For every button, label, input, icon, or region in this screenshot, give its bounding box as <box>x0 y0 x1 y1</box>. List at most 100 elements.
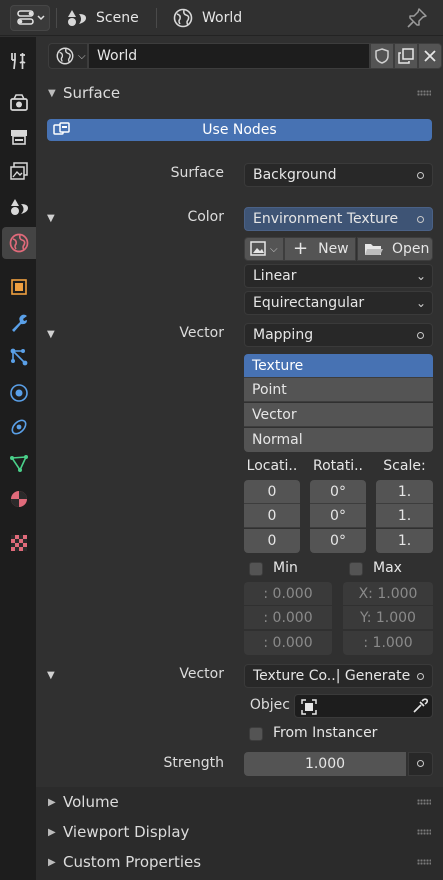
texture-coordinate-field[interactable]: Texture Co..| Generate <box>244 664 433 688</box>
socket-icon <box>417 673 424 680</box>
expanded-triangle-icon[interactable]: ▼ <box>47 670 55 681</box>
drag-handle-icon[interactable] <box>417 90 431 96</box>
mapping-type-vector[interactable]: Vector <box>244 403 433 427</box>
node-tree-icon <box>53 122 70 135</box>
surface-panel-header[interactable]: ▼ Surface <box>36 78 443 108</box>
custom-properties-panel-title: Custom Properties <box>63 853 202 871</box>
tab-output[interactable] <box>2 121 36 153</box>
expanded-triangle-icon[interactable]: ▼ <box>47 213 55 224</box>
browse-world-button[interactable]: ⌵ <box>48 43 88 69</box>
use-nodes-label: Use Nodes <box>202 122 277 138</box>
tab-object[interactable] <box>2 271 36 303</box>
mapping-type-normal[interactable]: Normal <box>244 428 433 452</box>
constraints-icon <box>11 419 27 435</box>
location-y-field[interactable]: 0 <box>244 504 300 528</box>
tab-material[interactable] <box>2 483 36 515</box>
strength-socket[interactable] <box>408 752 433 776</box>
use-nodes-button[interactable]: Use Nodes <box>47 119 432 141</box>
from-instancer-checkbox[interactable] <box>249 727 263 741</box>
drag-handle-icon[interactable] <box>417 829 431 835</box>
render-icon <box>10 94 28 111</box>
scale-y-field[interactable]: 1. <box>376 504 433 528</box>
tab-physics[interactable] <box>2 377 36 409</box>
unlink-world-button[interactable] <box>418 43 442 69</box>
max-x-field: X: 1.000 <box>343 582 433 606</box>
fake-user-button[interactable] <box>370 43 394 69</box>
tab-modifiers[interactable] <box>2 307 36 339</box>
breadcrumb-scene-label: Scene <box>96 10 139 26</box>
view-layer-icon <box>10 162 28 180</box>
tab-constraints[interactable] <box>2 411 36 443</box>
expanded-triangle-icon: ▼ <box>48 87 56 99</box>
custom-properties-panel-header[interactable]: ▶ Custom Properties <box>36 847 443 877</box>
drag-handle-icon[interactable] <box>417 799 431 805</box>
chevron-down-icon: ⌵ <box>78 50 86 62</box>
strength-field[interactable]: 1.000 <box>244 752 406 776</box>
surface-shader-field[interactable]: Background <box>244 163 433 187</box>
tab-data[interactable] <box>2 447 36 479</box>
header-divider <box>56 8 57 28</box>
pin-button[interactable] <box>405 6 429 30</box>
scale-z-field[interactable]: 1. <box>376 529 433 553</box>
world-icon <box>9 233 29 253</box>
duplicate-world-button[interactable] <box>394 43 418 69</box>
from-instancer-label: From Instancer <box>273 725 378 741</box>
breadcrumb-world[interactable]: World <box>172 4 242 32</box>
collapsed-triangle-icon: ▶ <box>48 826 56 838</box>
projection-dropdown[interactable]: Equirectangular ⌄ <box>244 291 433 315</box>
color-input-field[interactable]: Environment Texture <box>244 207 433 231</box>
expanded-triangle-icon[interactable]: ▼ <box>47 329 55 340</box>
interpolation-dropdown[interactable]: Linear ⌄ <box>244 264 433 288</box>
scale-x-field[interactable]: 1. <box>376 480 433 504</box>
rotation-header: Rotati.. <box>312 458 363 474</box>
max-checkbox[interactable] <box>349 562 363 576</box>
scene-icon <box>68 10 86 26</box>
new-image-button[interactable]: + New <box>284 237 356 261</box>
tab-scene[interactable] <box>2 191 36 223</box>
editor-type-button[interactable] <box>10 5 50 31</box>
location-z-field[interactable]: 0 <box>244 529 300 553</box>
mapping-type-point[interactable]: Point <box>244 378 433 402</box>
rotation-z-field[interactable]: 0° <box>310 529 366 553</box>
projection-value: Equirectangular <box>253 295 365 311</box>
drag-handle-icon[interactable] <box>417 859 431 865</box>
pin-icon <box>407 8 427 28</box>
plus-icon: + <box>293 238 309 259</box>
strength-label: Strength <box>163 755 224 771</box>
breadcrumb-scene[interactable]: Scene <box>66 4 139 32</box>
eyedropper-icon[interactable] <box>412 698 428 714</box>
tab-tool[interactable] <box>2 45 36 77</box>
chevron-down-icon: ⌵ <box>270 243 278 255</box>
surface-label: Surface <box>170 165 224 181</box>
tab-texture[interactable] <box>2 527 36 559</box>
world-name-field[interactable]: World <box>88 43 370 69</box>
object-field[interactable] <box>294 694 433 718</box>
location-x-field[interactable]: 0 <box>244 480 300 504</box>
open-image-button[interactable]: Open <box>357 237 433 261</box>
wrench-icon <box>12 314 27 332</box>
properties-tab-bar <box>0 37 36 880</box>
mapping-type-texture[interactable]: Texture <box>244 354 433 378</box>
max-y-field: Y: 1.000 <box>343 606 433 630</box>
max-label: Max <box>373 560 402 576</box>
rotation-y-field[interactable]: 0° <box>310 504 366 528</box>
browse-image-button[interactable]: ⌵ <box>244 237 284 261</box>
color-input-value: Environment Texture <box>253 211 399 227</box>
mesh-data-icon <box>10 455 28 472</box>
tab-render[interactable] <box>2 87 36 119</box>
vector-input-value: Mapping <box>253 327 314 343</box>
shield-icon <box>375 48 389 64</box>
tab-world[interactable] <box>2 227 36 259</box>
vector-input-field[interactable]: Mapping <box>244 323 433 347</box>
scale-header: Scale: <box>383 458 426 474</box>
viewport-display-panel-header[interactable]: ▶ Viewport Display <box>36 817 443 847</box>
tab-view-layer[interactable] <box>2 155 36 187</box>
surface-panel-title: Surface <box>63 84 121 102</box>
physics-icon <box>10 384 28 402</box>
volume-panel-header[interactable]: ▶ Volume <box>36 787 443 817</box>
open-image-label: Open <box>392 241 430 257</box>
rotation-x-field[interactable]: 0° <box>310 480 366 504</box>
min-checkbox[interactable] <box>249 562 263 576</box>
viewport-display-panel-title: Viewport Display <box>63 823 190 841</box>
tab-particles[interactable] <box>2 341 36 373</box>
